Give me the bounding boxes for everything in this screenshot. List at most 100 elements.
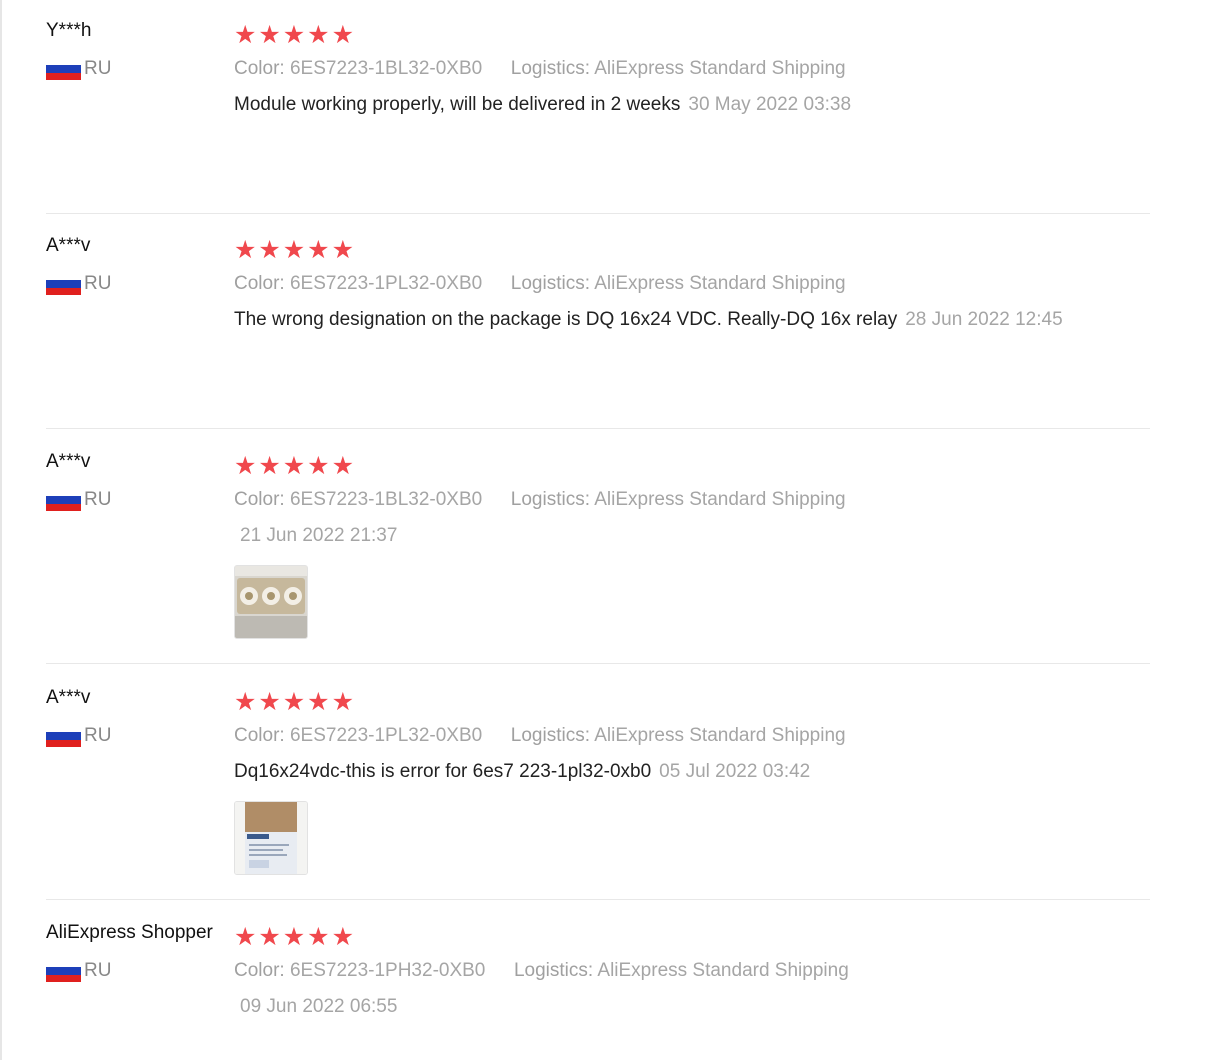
russia-flag-icon <box>46 725 81 747</box>
review-content: ★ ★ ★ ★ ★ Color: 6ES7223-1BL32-0XB0 Logi… <box>234 451 1150 639</box>
color-value: 6ES7223-1BL32-0XB0 <box>289 489 483 510</box>
color-label: Color: <box>234 273 285 294</box>
review-text: Module working properly, will be deliver… <box>234 94 681 115</box>
star-icon: ★ <box>258 235 281 264</box>
star-icon: ★ <box>234 451 257 480</box>
review-date: 09 Jun 2022 06:55 <box>240 996 398 1017</box>
russia-flag-icon <box>46 58 81 80</box>
review-body: Dq16x24vdc-this is error for 6es7 223-1p… <box>234 761 1150 785</box>
star-rating: ★ ★ ★ ★ ★ <box>234 237 1150 263</box>
color-value: 6ES7223-1PL32-0XB0 <box>289 725 483 746</box>
review-content: ★ ★ ★ ★ ★ Color: 6ES7223-1PL32-0XB0 Logi… <box>234 687 1150 875</box>
country-code: RU <box>84 960 112 981</box>
review-text: The wrong designation on the package is … <box>234 309 898 330</box>
star-icon: ★ <box>234 20 257 49</box>
review-photo-thumbnail[interactable] <box>234 565 308 639</box>
star-icon: ★ <box>234 922 257 951</box>
logistics-label: Logistics: <box>510 58 590 79</box>
review-meta: Color: 6ES7223-1BL32-0XB0 Logistics: Ali… <box>234 58 1150 82</box>
review-content: ★ ★ ★ ★ ★ Color: 6ES7223-1PL32-0XB0 Logi… <box>234 235 1150 333</box>
logistics-label: Logistics: <box>510 273 590 294</box>
star-rating: ★ ★ ★ ★ ★ <box>234 924 1150 950</box>
review-meta: Color: 6ES7223-1PL32-0XB0 Logistics: Ali… <box>234 725 1150 749</box>
review-text: Dq16x24vdc-this is error for 6es7 223-1p… <box>234 761 652 782</box>
review-meta: Color: 6ES7223-1PH32-0XB0 Logistics: Ali… <box>234 960 1150 984</box>
russia-flag-icon <box>46 489 81 511</box>
logistics-value: AliExpress Standard Shipping <box>594 489 846 510</box>
review-separator <box>46 663 1150 664</box>
review-body: The wrong designation on the package is … <box>234 309 1150 333</box>
review-separator <box>46 428 1150 429</box>
star-icon: ★ <box>307 687 330 716</box>
reviewer-country: RU <box>46 489 111 511</box>
star-icon: ★ <box>282 451 306 480</box>
star-icon: ★ <box>234 235 257 264</box>
review-meta: Color: 6ES7223-1PL32-0XB0 Logistics: Ali… <box>234 273 1150 297</box>
color-label: Color: <box>234 725 285 746</box>
color-label: Color: <box>234 960 285 981</box>
color-label: Color: <box>234 489 285 510</box>
star-icon: ★ <box>234 687 257 716</box>
star-icon: ★ <box>331 922 354 951</box>
star-icon: ★ <box>282 20 306 49</box>
feedback-list: Y***h RU ★ ★ ★ ★ ★ Color: 6ES7223-1BL32-… <box>0 0 1205 1060</box>
russia-flag-icon <box>46 273 81 295</box>
star-icon: ★ <box>307 451 330 480</box>
review-separator <box>46 213 1150 214</box>
color-value: 6ES7223-1BL32-0XB0 <box>289 58 483 79</box>
star-icon: ★ <box>307 922 330 951</box>
color-label: Color: <box>234 58 285 79</box>
logistics-label: Logistics: <box>510 489 590 510</box>
review-meta: Color: 6ES7223-1BL32-0XB0 Logistics: Ali… <box>234 489 1150 513</box>
star-icon: ★ <box>258 451 281 480</box>
review-content: ★ ★ ★ ★ ★ Color: 6ES7223-1PH32-0XB0 Logi… <box>234 922 1150 1020</box>
reviewer-name: A***v <box>46 235 91 256</box>
logistics-label: Logistics: <box>513 960 594 981</box>
color-value: 6ES7223-1PH32-0XB0 <box>289 960 486 981</box>
star-icon: ★ <box>258 922 281 951</box>
review-photo-thumbnail[interactable] <box>234 801 308 875</box>
reviewer-country: RU <box>46 725 111 747</box>
reviewer-country: RU <box>46 273 111 295</box>
reviewer-name: A***v <box>46 687 91 708</box>
review-body: Module working properly, will be deliver… <box>234 94 1150 118</box>
star-rating: ★ ★ ★ ★ ★ <box>234 689 1150 715</box>
review-body: 09 Jun 2022 06:55 <box>234 996 1150 1020</box>
star-icon: ★ <box>331 235 354 264</box>
star-icon: ★ <box>282 922 306 951</box>
logistics-value: AliExpress Standard Shipping <box>594 273 846 294</box>
review-date: 30 May 2022 03:38 <box>688 94 852 115</box>
star-icon: ★ <box>258 687 281 716</box>
logistics-label: Logistics: <box>510 725 590 746</box>
reviewer-name: AliExpress Shopper <box>46 922 213 943</box>
star-rating: ★ ★ ★ ★ ★ <box>234 22 1150 48</box>
star-icon: ★ <box>307 235 330 264</box>
star-rating: ★ ★ ★ ★ ★ <box>234 453 1150 479</box>
reviewer-country: RU <box>46 58 111 80</box>
review-date: 28 Jun 2022 12:45 <box>905 309 1063 330</box>
country-code: RU <box>84 725 112 746</box>
reviewer-name: Y***h <box>46 20 92 41</box>
logistics-value: AliExpress Standard Shipping <box>597 960 849 981</box>
star-icon: ★ <box>307 20 330 49</box>
reviewer-name: A***v <box>46 451 91 472</box>
russia-flag-icon <box>46 960 81 982</box>
country-code: RU <box>84 273 112 294</box>
star-icon: ★ <box>331 20 354 49</box>
left-border <box>0 0 2 1060</box>
logistics-value: AliExpress Standard Shipping <box>594 725 846 746</box>
color-value: 6ES7223-1PL32-0XB0 <box>289 273 483 294</box>
review-date: 21 Jun 2022 21:37 <box>240 525 398 546</box>
star-icon: ★ <box>331 687 354 716</box>
star-icon: ★ <box>331 451 354 480</box>
star-icon: ★ <box>258 20 281 49</box>
country-code: RU <box>84 489 112 510</box>
review-date: 05 Jul 2022 03:42 <box>659 761 811 782</box>
star-icon: ★ <box>282 235 306 264</box>
country-code: RU <box>84 58 112 79</box>
reviewer-country: RU <box>46 960 111 982</box>
logistics-value: AliExpress Standard Shipping <box>594 58 846 79</box>
review-content: ★ ★ ★ ★ ★ Color: 6ES7223-1BL32-0XB0 Logi… <box>234 20 1150 118</box>
review-separator <box>46 899 1150 900</box>
star-icon: ★ <box>282 687 306 716</box>
